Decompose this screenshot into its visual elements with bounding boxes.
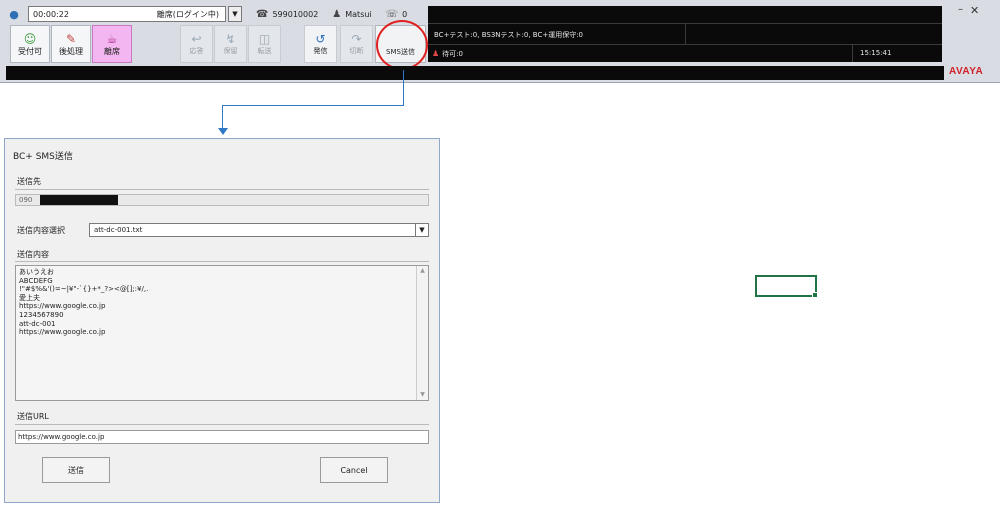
- chevron-down-icon[interactable]: ▼: [415, 224, 428, 236]
- url-label: 送信URL: [17, 412, 49, 421]
- hangup-button[interactable]: ↷ 切断: [340, 25, 373, 63]
- info-divider: [428, 44, 942, 45]
- content-textarea[interactable]: あいうえお ABCDEFG !"#$%&'()=~|¥"-`{}+*_?><@[…: [15, 265, 429, 401]
- template-label: 送信内容選択: [17, 226, 65, 235]
- status-row: ● 00:00:22 離席(ログイン中) ▼ ☎ 599010002 ♟ Mat…: [6, 6, 407, 22]
- hold-label: 保留: [223, 47, 238, 55]
- minimize-icon[interactable]: –: [958, 4, 963, 15]
- url-separator: [15, 424, 429, 425]
- scroll-down-icon[interactable]: ▼: [417, 390, 428, 400]
- waiting-line: ♟ 待可:0: [432, 49, 463, 59]
- dest-separator: [15, 189, 429, 190]
- answer-button[interactable]: ↩ 応答: [180, 25, 213, 63]
- content-separator: [15, 261, 429, 262]
- dialog-title: BC+ SMS送信: [13, 152, 73, 162]
- agent-status-icon[interactable]: ●: [6, 6, 22, 22]
- status-text: 離席(ログイン中): [156, 9, 219, 19]
- hangup-icon: ↷: [351, 32, 362, 46]
- template-value: att-dc-001.txt: [94, 226, 143, 234]
- dial-button[interactable]: ↺ 発信: [304, 25, 337, 63]
- sms-send-label: SMS送信: [386, 48, 415, 56]
- queue-count-text: 0: [402, 9, 408, 19]
- hangup-label: 切断: [349, 47, 364, 55]
- after-call-label: 後処理: [59, 46, 83, 56]
- dial-label: 発信: [313, 47, 328, 55]
- template-select[interactable]: att-dc-001.txt ▼: [89, 223, 429, 237]
- user-name: ♟ Matsui: [332, 9, 371, 20]
- phone-number-text: 599010002: [272, 9, 319, 19]
- queue-icon: ☏: [385, 8, 399, 20]
- connector-arrow-icon: [218, 128, 228, 135]
- connector-line: [403, 70, 404, 106]
- queue-info-line: BC+テスト:0, BS3Nテスト:0, BC+運用保守:0: [434, 31, 584, 39]
- clock: 15:15:41: [860, 49, 892, 57]
- dest-field[interactable]: 090: [15, 194, 429, 206]
- avaya-logo: AVAYA: [949, 66, 984, 77]
- ready-button[interactable]: ☺ 受付可: [10, 25, 50, 63]
- waiting-text: 待可:0: [442, 50, 463, 58]
- dest-label: 送信先: [17, 177, 41, 186]
- dial-icon: ↺: [315, 32, 326, 46]
- scroll-up-icon[interactable]: ▲: [417, 266, 428, 276]
- ready-label: 受付可: [18, 46, 42, 56]
- status-dropdown-arrow-icon[interactable]: ▼: [228, 6, 242, 22]
- hold-button[interactable]: ↯ 保留: [214, 25, 247, 63]
- info-divider: [852, 45, 853, 62]
- url-input[interactable]: https://www.google.co.jp: [15, 430, 429, 444]
- status-combo[interactable]: 00:00:22 離席(ログイン中): [28, 6, 226, 22]
- user-name-text: Matsui: [345, 9, 372, 19]
- content-scrollbar[interactable]: ▲ ▼: [416, 266, 428, 400]
- content-text: あいうえお ABCDEFG !"#$%&'()=~|¥"-`{}+*_?><@[…: [19, 268, 149, 337]
- headset-icon: ☺: [23, 31, 37, 46]
- answer-label: 応答: [189, 47, 204, 55]
- away-label: 離席: [104, 46, 120, 56]
- status-timer: 00:00:22: [33, 9, 69, 19]
- content-label: 送信内容: [17, 250, 49, 259]
- cancel-button[interactable]: Cancel: [320, 457, 388, 483]
- phone-icon: ☎: [256, 8, 269, 20]
- transfer-button[interactable]: ◫ 転送: [248, 25, 281, 63]
- phone-number: ☎ 599010002: [256, 9, 318, 20]
- sms-dialog: BC+ SMS送信 送信先 090 送信内容選択 att-dc-001.txt …: [4, 138, 440, 503]
- away-icon: ☕: [106, 31, 118, 46]
- connector-line: [222, 105, 404, 106]
- person-icon: ♟: [432, 49, 440, 58]
- info-panel: BC+テスト:0, BS3Nテスト:0, BC+運用保守:0 ♟ 待可:0 15:…: [428, 6, 942, 62]
- transfer-label: 転送: [257, 47, 272, 55]
- dest-prefix: 090: [19, 196, 33, 204]
- transfer-icon: ◫: [258, 32, 271, 46]
- close-icon[interactable]: ✕: [970, 4, 979, 17]
- queue-count: ☏ 0: [386, 9, 408, 20]
- after-call-button[interactable]: ✎ 後処理: [51, 25, 91, 63]
- hold-icon: ↯: [225, 32, 236, 46]
- redacted-number: [40, 195, 119, 205]
- url-value: https://www.google.co.jp: [18, 433, 105, 441]
- info-divider: [685, 24, 686, 44]
- answer-icon: ↩: [191, 32, 202, 46]
- after-call-icon: ✎: [65, 31, 77, 46]
- status-bar: [6, 66, 944, 80]
- cell-selection[interactable]: [755, 275, 818, 298]
- user-icon: ♟: [332, 8, 342, 20]
- send-button[interactable]: 送信: [42, 457, 110, 483]
- away-button[interactable]: ☕ 離席: [92, 25, 132, 63]
- softphone-toolbar: ● 00:00:22 離席(ログイン中) ▼ ☎ 599010002 ♟ Mat…: [0, 0, 1000, 83]
- sms-send-button[interactable]: SMS送信: [375, 25, 426, 63]
- fill-handle[interactable]: [812, 292, 818, 298]
